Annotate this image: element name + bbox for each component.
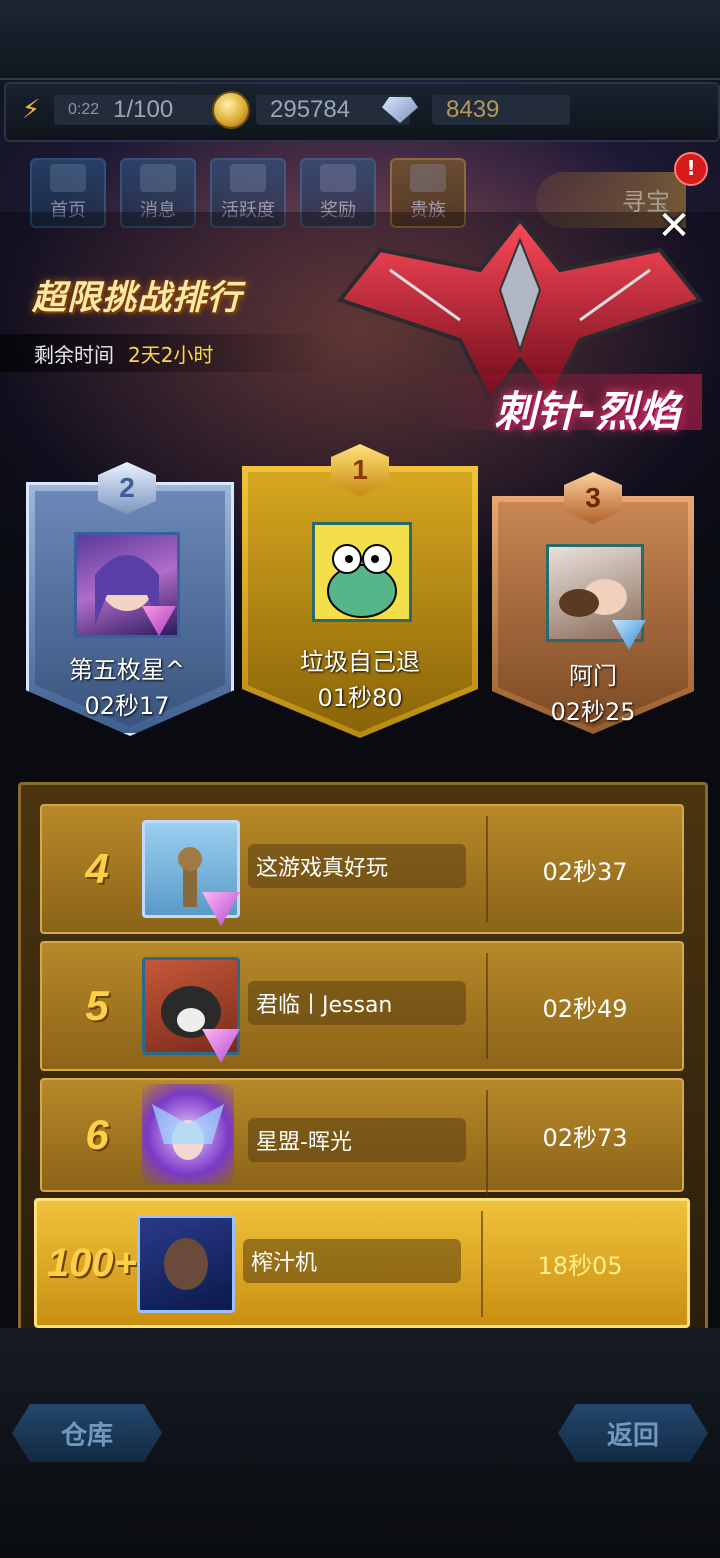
podium-second-name: 第五枚星^ — [68, 656, 186, 684]
lightning-icon: ⚡ — [21, 95, 41, 125]
coin-resource[interactable]: 295784 — [212, 91, 410, 129]
row-avatar — [142, 1084, 234, 1184]
smile-icon — [230, 164, 266, 192]
ship-name-banner: 刺针-烈焰 — [422, 374, 702, 436]
avatar-first — [312, 522, 412, 622]
event-title: 超限挑战排行 — [32, 278, 242, 318]
row-time: 02秒49 — [542, 994, 628, 1023]
notification-badge: ! — [674, 152, 708, 186]
resource-bar: ⚡ 0:22 1/100 295784 8439 — [4, 82, 720, 142]
podium-third-name: 阿门 — [569, 662, 617, 690]
my-ranking-row[interactable]: 100+ 榨汁机 18秒05 — [34, 1198, 690, 1328]
row-name: 君临丨Jessan — [248, 981, 466, 1025]
gift-icon — [320, 164, 356, 192]
row-name: 这游戏真好玩 — [248, 844, 466, 888]
row-time: 02秒73 — [542, 1123, 628, 1152]
my-time: 18秒05 — [537, 1251, 623, 1280]
mail-icon — [140, 164, 176, 192]
row-rank: 5 — [85, 982, 109, 1029]
row-time: 02秒37 — [542, 857, 628, 886]
ranking-row[interactable]: 4 这游戏真好玩 02秒37 — [40, 804, 684, 934]
ranking-row[interactable]: 5 君临丨Jessan 02秒49 — [40, 941, 684, 1071]
energy-resource[interactable]: ⚡ 0:22 1/100 — [16, 92, 232, 128]
row-rank: 4 — [85, 845, 109, 892]
coin-icon — [212, 91, 250, 129]
podium-first-name: 垃圾自己退 — [300, 648, 420, 676]
gem-count: 8439 — [446, 96, 500, 123]
podium-second-time: 02秒17 — [84, 692, 170, 720]
energy-timer: 0:22 — [68, 101, 100, 118]
row-rank: 6 — [85, 1111, 109, 1158]
close-icon: ✕ — [657, 203, 691, 249]
remaining-time-label: 剩余时间 — [34, 342, 114, 367]
close-button[interactable]: ✕ — [654, 206, 694, 246]
row-name: 星盟-晖光 — [248, 1118, 466, 1162]
back-button[interactable]: 返回 — [558, 1404, 708, 1462]
gem-icon — [382, 97, 418, 123]
home-icon — [50, 164, 86, 192]
coin-count: 295784 — [270, 96, 351, 123]
ship-name: 刺针-烈焰 — [494, 387, 680, 436]
podium-third-time: 02秒25 — [550, 698, 636, 726]
noble-v-icon — [410, 164, 446, 192]
warehouse-button[interactable]: 仓库 — [12, 1404, 162, 1462]
my-name: 榨汁机 — [243, 1239, 461, 1283]
remaining-time: 剩余时间 2天2小时 — [0, 334, 334, 372]
my-avatar — [137, 1215, 235, 1313]
remaining-time-value: 2天2小时 — [128, 342, 214, 367]
my-rank: 100+ — [46, 1240, 138, 1285]
gem-resource[interactable]: 8439 — [382, 92, 570, 128]
energy-count: 1/100 — [113, 96, 174, 123]
ranking-row[interactable]: 6 星盟-晖光 02秒73 — [40, 1078, 684, 1196]
top-frame — [0, 0, 720, 80]
podium-first-time: 01秒80 — [317, 684, 403, 712]
